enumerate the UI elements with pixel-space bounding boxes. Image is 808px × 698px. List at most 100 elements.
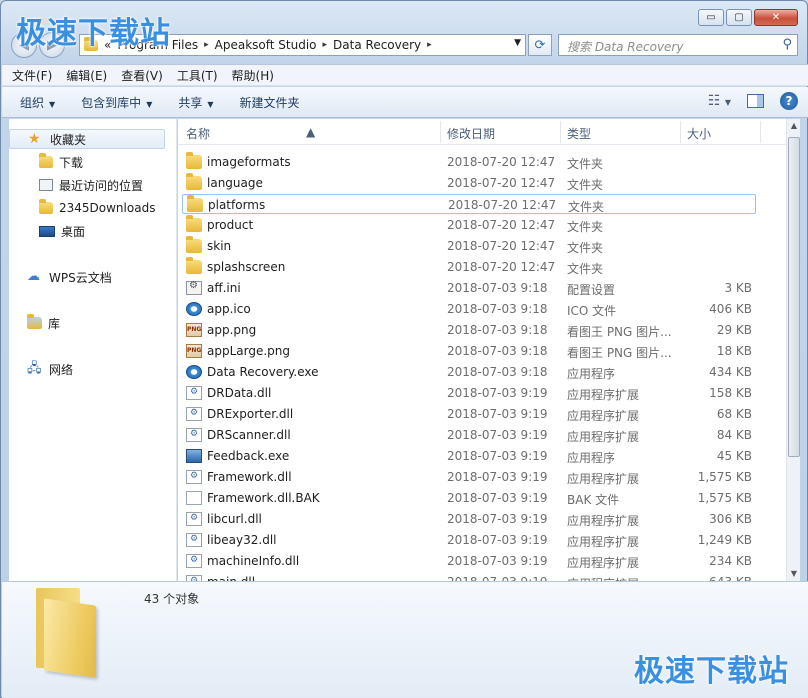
file-name: Framework.dll.BAK — [207, 491, 320, 505]
column-name[interactable]: 名称 — [186, 125, 210, 142]
file-row[interactable]: splashscreen 2018-07-20 12:47 文件夹 — [182, 257, 756, 277]
downloads-folder-icon — [39, 153, 53, 168]
nav-2345downloads[interactable]: 2345Downloads — [39, 198, 155, 218]
scroll-up-icon[interactable]: ▲ — [787, 119, 801, 133]
nav-libraries[interactable]: 库 — [27, 313, 60, 333]
minimize-button[interactable]: ▭ — [698, 9, 724, 26]
file-row[interactable]: DRExporter.dll 2018-07-03 9:19 应用程序扩展 68 KB — [182, 404, 756, 424]
menu-file[interactable]: 文件(F) — [12, 67, 52, 84]
file-type: 应用程序扩展 — [567, 430, 640, 444]
folder-icon — [39, 199, 53, 214]
preview-pane-icon[interactable] — [747, 94, 764, 108]
breadcrumb-apeaksoft-studio[interactable]: Apeaksoft Studio — [215, 38, 317, 52]
file-size: 406 KB — [709, 302, 752, 316]
navigation-pane: ★ 收藏夹 下载 最近访问的位置 2345Downloads 桌面 ☁ WPS云… — [9, 119, 169, 581]
file-row[interactable]: Feedback.exe 2018-07-03 9:19 应用程序 45 KB — [182, 446, 756, 466]
new-folder-button[interactable]: 新建文件夹 — [240, 94, 300, 111]
nav-wps-label: WPS云文档 — [49, 270, 112, 285]
change-view-icon[interactable]: ☷ ▼ — [708, 93, 731, 109]
file-list: 名称 ▲ 修改日期 类型 大小 imageformats 2018-07-20 1… — [178, 119, 786, 581]
breadcrumb-chevron-icon[interactable]: ▸ — [204, 40, 209, 50]
file-row[interactable]: platforms 2018-07-20 12:47 文件夹 — [182, 194, 756, 214]
column-divider[interactable] — [760, 121, 761, 143]
recent-places-icon — [39, 179, 53, 191]
column-divider[interactable] — [680, 121, 681, 143]
file-size: 68 KB — [716, 407, 752, 421]
file-name: platforms — [208, 198, 266, 212]
file-row[interactable]: libeay32.dll 2018-07-03 9:19 应用程序扩展 1,249 K… — [182, 530, 756, 550]
file-date: 2018-07-03 9:19 — [447, 470, 548, 484]
nav-2345downloads-label: 2345Downloads — [59, 201, 156, 215]
file-row[interactable]: aff.ini 2018-07-03 9:18 配置设置 3 KB — [182, 278, 756, 298]
file-name: libeay32.dll — [207, 533, 277, 547]
scroll-thumb[interactable] — [788, 137, 800, 457]
png-image-icon: PNG — [186, 344, 202, 358]
dll-file-icon — [186, 554, 202, 568]
file-name: Data Recovery.exe — [207, 365, 319, 379]
file-size: 1,249 KB — [697, 533, 752, 547]
menu-edit[interactable]: 编辑(E) — [66, 67, 107, 84]
file-type: 应用程序扩展 — [567, 514, 640, 528]
file-row[interactable]: skin 2018-07-20 12:47 文件夹 — [182, 236, 756, 256]
file-row[interactable]: machineInfo.dll 2018-07-03 9:19 应用程序扩展 234 … — [182, 551, 756, 571]
file-size: 84 KB — [716, 428, 752, 442]
search-input[interactable]: 搜索 Data Recovery ⚲ — [558, 34, 798, 56]
column-divider[interactable] — [560, 121, 561, 143]
file-row[interactable]: imageformats 2018-07-20 12:47 文件夹 — [182, 152, 756, 172]
file-row[interactable]: DRScanner.dll 2018-07-03 9:19 应用程序扩展 84 KB — [182, 425, 756, 445]
file-date: 2018-07-20 12:47 — [448, 198, 557, 212]
close-button[interactable]: ✕ — [754, 9, 798, 26]
nav-favorites[interactable]: ★ 收藏夹 — [9, 129, 165, 149]
include-library-button[interactable]: 包含到库中 ▼ — [81, 94, 152, 111]
file-type: 文件夹 — [567, 178, 604, 192]
nav-network-label: 网络 — [49, 362, 74, 377]
menu-view[interactable]: 查看(V) — [121, 67, 163, 84]
file-row[interactable]: product 2018-07-20 12:47 文件夹 — [182, 215, 756, 235]
help-icon[interactable]: ? — [780, 92, 798, 110]
column-date[interactable]: 修改日期 — [447, 125, 495, 142]
nav-downloads[interactable]: 下载 — [39, 152, 83, 172]
new-folder-label: 新建文件夹 — [239, 95, 300, 110]
file-name: skin — [207, 239, 232, 253]
nav-network[interactable]: 🖧 网络 — [27, 359, 73, 379]
folder-icon — [186, 236, 202, 253]
file-row[interactable]: main.dll2018-07-03 9:19应用程序扩展643 KB — [182, 572, 756, 581]
file-type: 配置设置 — [567, 283, 616, 297]
refresh-button[interactable]: ⟳ — [528, 34, 552, 56]
column-divider[interactable] — [440, 121, 441, 143]
organize-button[interactable]: 组织 ▼ — [20, 94, 55, 111]
config-file-icon — [186, 280, 202, 295]
file-row[interactable]: libcurl.dll 2018-07-03 9:19 应用程序扩展 306 KB — [182, 509, 756, 529]
file-row[interactable]: PNG appLarge.png 2018-07-03 9:18 看图王 PNG 图片… — [182, 341, 756, 361]
scroll-down-icon[interactable]: ▼ — [787, 567, 801, 581]
file-size: 45 KB — [716, 449, 752, 463]
file-row[interactable]: Framework.dll 2018-07-03 9:19 应用程序扩展 1,575 … — [182, 467, 756, 487]
nav-recent[interactable]: 最近访问的位置 — [39, 175, 143, 195]
nav-wps-cloud[interactable]: ☁ WPS云文档 — [27, 267, 112, 287]
file-date: 2018-07-03 9:18 — [447, 344, 548, 358]
file-row[interactable]: Framework.dll.BAK 2018-07-03 9:19 BAK 文件 1,… — [182, 488, 756, 508]
column-type[interactable]: 类型 — [567, 125, 591, 142]
search-icon[interactable]: ⚲ — [782, 37, 792, 52]
file-row[interactable]: DRData.dll 2018-07-03 9:19 应用程序扩展 158 KB — [182, 383, 756, 403]
pane-splitter[interactable] — [169, 119, 177, 581]
column-size[interactable]: 大小 — [687, 125, 711, 142]
menu-tools[interactable]: 工具(T) — [177, 67, 218, 84]
file-row[interactable]: PNG app.png 2018-07-03 9:18 看图王 PNG 图片... 29… — [182, 320, 756, 340]
address-dropdown-icon[interactable]: ▼ — [514, 38, 521, 48]
folder-icon — [187, 195, 203, 212]
file-date: 2018-07-03 9:19 — [447, 512, 548, 526]
menu-help[interactable]: 帮助(H) — [232, 67, 274, 84]
breadcrumb-chevron-icon[interactable]: ▸ — [427, 40, 432, 50]
file-row[interactable]: app.ico 2018-07-03 9:18 ICO 文件 406 KB — [182, 299, 756, 319]
breadcrumb-data-recovery[interactable]: Data Recovery — [333, 38, 421, 52]
breadcrumb-chevron-icon[interactable]: ▸ — [323, 40, 328, 50]
vertical-scrollbar[interactable]: ▲ ▼ — [786, 119, 800, 581]
file-row[interactable]: language 2018-07-20 12:47 文件夹 — [182, 173, 756, 193]
file-type: 文件夹 — [567, 157, 604, 171]
file-row[interactable]: Data Recovery.exe 2018-07-03 9:18 应用程序 434 … — [182, 362, 756, 382]
share-button[interactable]: 共享 ▼ — [178, 94, 213, 111]
maximize-button[interactable]: ▢ — [726, 9, 752, 26]
nav-desktop[interactable]: 桌面 — [39, 221, 85, 241]
file-date: 2018-07-03 9:19 — [447, 428, 548, 442]
